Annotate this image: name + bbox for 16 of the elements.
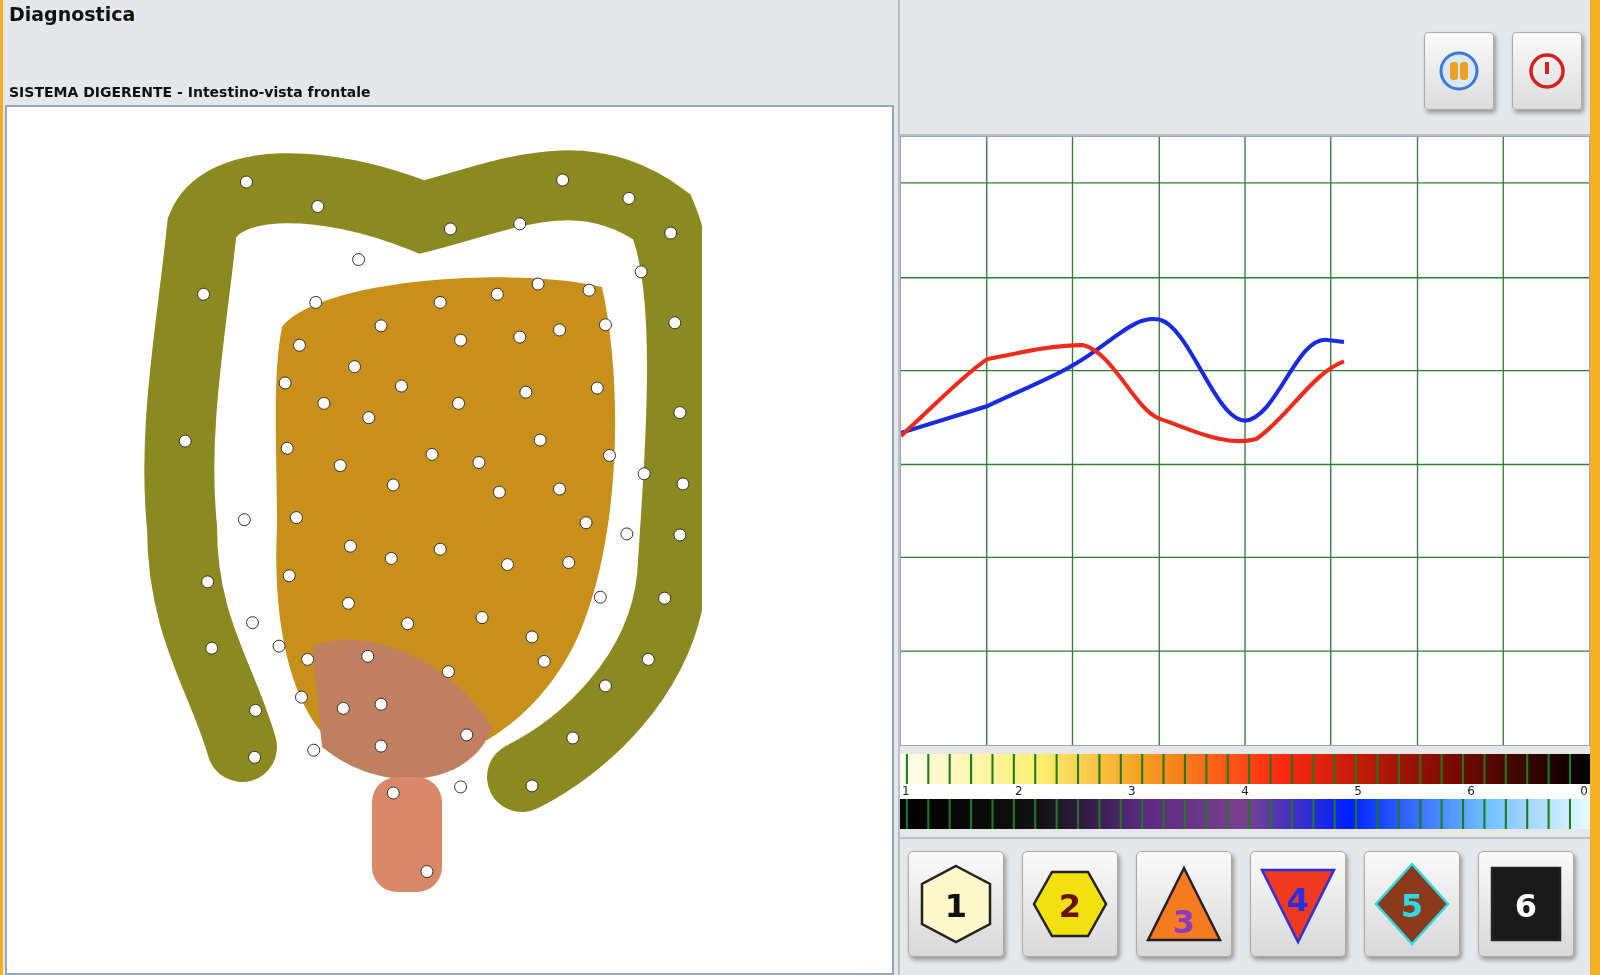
scale-label: 1 (902, 783, 910, 799)
scale-label: 6 (1467, 783, 1475, 799)
organ-view-caption: SISTEMA DIGERENTE - Intestino-vista frontale (9, 84, 371, 100)
scale-label: 3 (1128, 783, 1136, 799)
level-button[interactable]: 2 (1022, 850, 1118, 957)
scale-label: 0 (1580, 783, 1588, 799)
scale-label: 5 (1354, 783, 1362, 799)
window-title: Diagnostica (9, 3, 136, 25)
pause-button[interactable] (1424, 32, 1494, 110)
level-button[interactable]: 5 (1364, 850, 1460, 957)
power-button[interactable] (1512, 32, 1582, 110)
scale-label: 2 (1015, 783, 1023, 799)
level-button[interactable]: 6 (1478, 850, 1574, 957)
scale-label: 4 (1241, 783, 1249, 799)
pause-icon (1437, 49, 1481, 93)
level-button[interactable]: 1 (908, 850, 1004, 957)
